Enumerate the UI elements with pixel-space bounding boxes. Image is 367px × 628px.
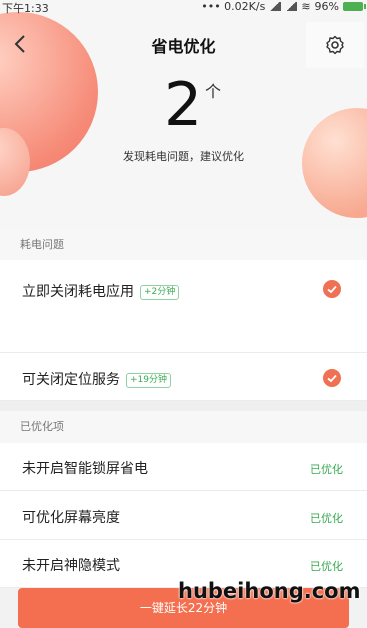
optimized-row: 可优化屏幕亮度 已优化 <box>0 491 367 540</box>
summary-text: 发现耗电问题，建议优化 <box>123 150 244 163</box>
check-icon <box>327 374 337 383</box>
settings-button[interactable] <box>306 22 364 68</box>
check-icon <box>327 285 337 294</box>
issue-row[interactable]: 可关闭定位服务 +19分钟 <box>0 353 367 401</box>
status-badge: 已优化 <box>310 463 343 476</box>
wifi-icon: ≋ <box>301 0 311 13</box>
section-divider <box>0 401 367 411</box>
status-bar: 下午1:33 ••• 0.02K/s ≋ 96% <box>0 0 367 16</box>
status-badge: 已优化 <box>310 512 343 525</box>
section-heading-optimized: 已优化项 <box>0 411 367 443</box>
issue-count: 2 <box>164 70 203 140</box>
time-gain-badge: +2分钟 <box>140 285 180 300</box>
status-time: 下午1:33 <box>2 2 49 15</box>
time-gain-badge: +19分钟 <box>126 373 171 388</box>
battery-level: 96% <box>314 0 339 13</box>
optimized-label: 可优化屏幕亮度 <box>22 510 120 526</box>
summary-panel: 下午1:33 ••• 0.02K/s ≋ 96% 省电优化 2 个 发现耗电问题… <box>0 0 367 230</box>
optimized-label: 未开启神隐模式 <box>22 558 120 574</box>
signal-icon <box>285 2 298 11</box>
network-speed: ••• 0.02K/s <box>201 0 266 13</box>
optimized-row: 未开启智能锁屏省电 已优化 <box>0 443 367 491</box>
signal-icon <box>269 2 282 11</box>
status-badge: 已优化 <box>310 560 343 573</box>
issue-label: 可关闭定位服务 <box>22 372 120 388</box>
checkbox[interactable] <box>323 280 341 298</box>
issue-count-unit: 个 <box>205 82 222 101</box>
issue-label: 立即关闭耗电应用 <box>22 284 134 300</box>
section-heading-issues: 耗电问题 <box>0 230 367 260</box>
watermark: hubeihong.com <box>178 579 361 603</box>
issue-row[interactable]: 立即关闭耗电应用 +2分钟 <box>0 260 367 353</box>
gear-icon <box>326 35 344 55</box>
optimized-label: 未开启智能锁屏省电 <box>22 461 148 477</box>
checkbox[interactable] <box>323 369 341 387</box>
battery-icon <box>343 2 366 11</box>
